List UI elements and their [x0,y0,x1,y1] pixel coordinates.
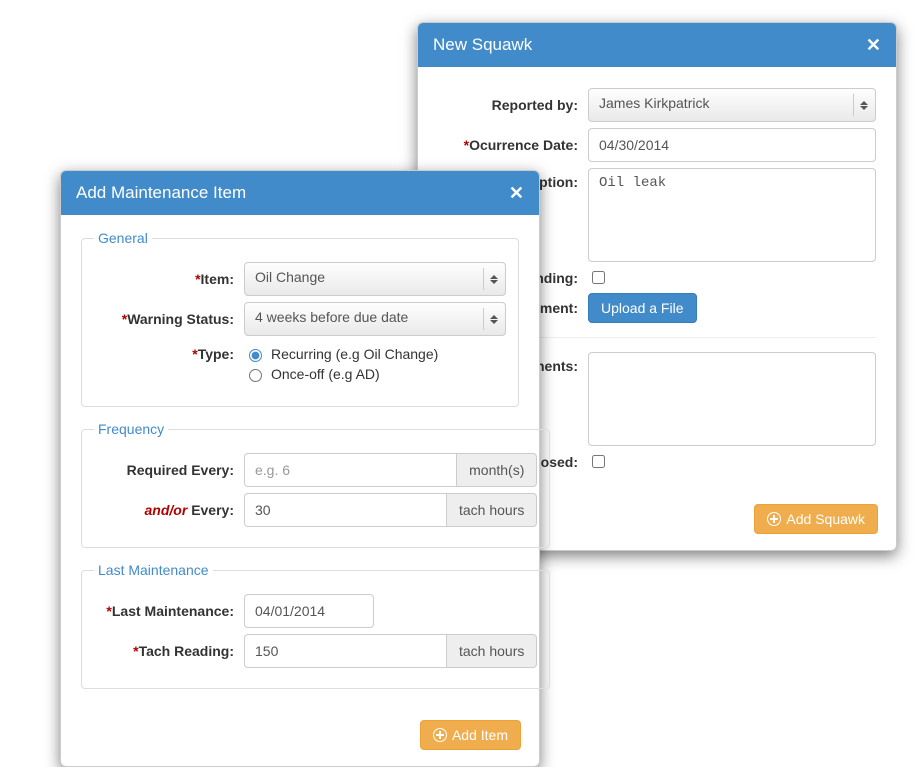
plus-circle-icon [433,728,447,742]
warning-status-label: *Warning Status: [94,311,244,327]
type-onceoff-radio[interactable]: Once-off (e.g AD) [244,366,506,382]
last-maintenance-input[interactable] [244,594,374,628]
tach-reading-input[interactable] [244,634,447,668]
add-maintenance-modal: Add Maintenance Item ✕ General *Item: Oi… [60,170,540,767]
frequency-legend: Frequency [94,421,168,437]
upload-file-button[interactable]: Upload a File [588,293,697,323]
occurrence-date-input[interactable] [588,128,876,162]
modal-body: General *Item: Oil Change *Warning Statu… [61,215,539,708]
add-item-button[interactable]: Add Item [420,720,521,750]
description-textarea[interactable]: Oil leak [588,168,876,262]
general-fieldset: General *Item: Oil Change *Warning Statu… [81,230,519,407]
grounding-checkbox[interactable] [592,271,605,284]
months-unit: month(s) [457,453,537,487]
warning-status-select[interactable]: 4 weeks before due date [244,302,506,336]
last-maintenance-legend: Last Maintenance [94,562,213,578]
type-recurring-radio[interactable]: Recurring (e.g Oil Change) [244,346,506,362]
modal-title: New Squawk [433,35,532,55]
reported-by-select[interactable]: James Kirkpatrick [588,88,876,122]
comments-textarea[interactable] [588,352,876,446]
item-select[interactable]: Oil Change [244,262,506,296]
andor-every-label: and/or Every: [94,502,244,518]
tach-every-input[interactable] [244,493,447,527]
tach-hours-unit: tach hours [447,634,537,668]
type-label: *Type: [94,342,244,362]
last-maintenance-fieldset: Last Maintenance *Last Maintenance: *Tac… [81,562,550,689]
required-every-input[interactable] [244,453,457,487]
modal-title: Add Maintenance Item [76,183,246,203]
tach-hours-unit: tach hours [447,493,537,527]
occurrence-date-label: *Ocurrence Date: [438,137,588,153]
add-squawk-button[interactable]: Add Squawk [754,504,878,534]
general-legend: General [94,230,152,246]
plus-circle-icon [767,512,781,526]
tach-reading-label: *Tach Reading: [94,643,244,659]
last-maintenance-label: *Last Maintenance: [94,603,244,619]
radio-input[interactable] [249,369,262,382]
required-every-label: Required Every: [94,462,244,478]
close-icon[interactable]: ✕ [509,184,524,202]
modal-header: Add Maintenance Item ✕ [61,171,539,215]
modal-footer: Add Item [61,708,539,766]
item-label: *Item: [94,271,244,287]
close-icon[interactable]: ✕ [866,36,881,54]
reported-by-label: Reported by: [438,97,588,113]
frequency-fieldset: Frequency Required Every: month(s) and/o… [81,421,550,548]
modal-header: New Squawk ✕ [418,23,896,67]
radio-input[interactable] [249,349,262,362]
closed-checkbox[interactable] [592,455,605,468]
